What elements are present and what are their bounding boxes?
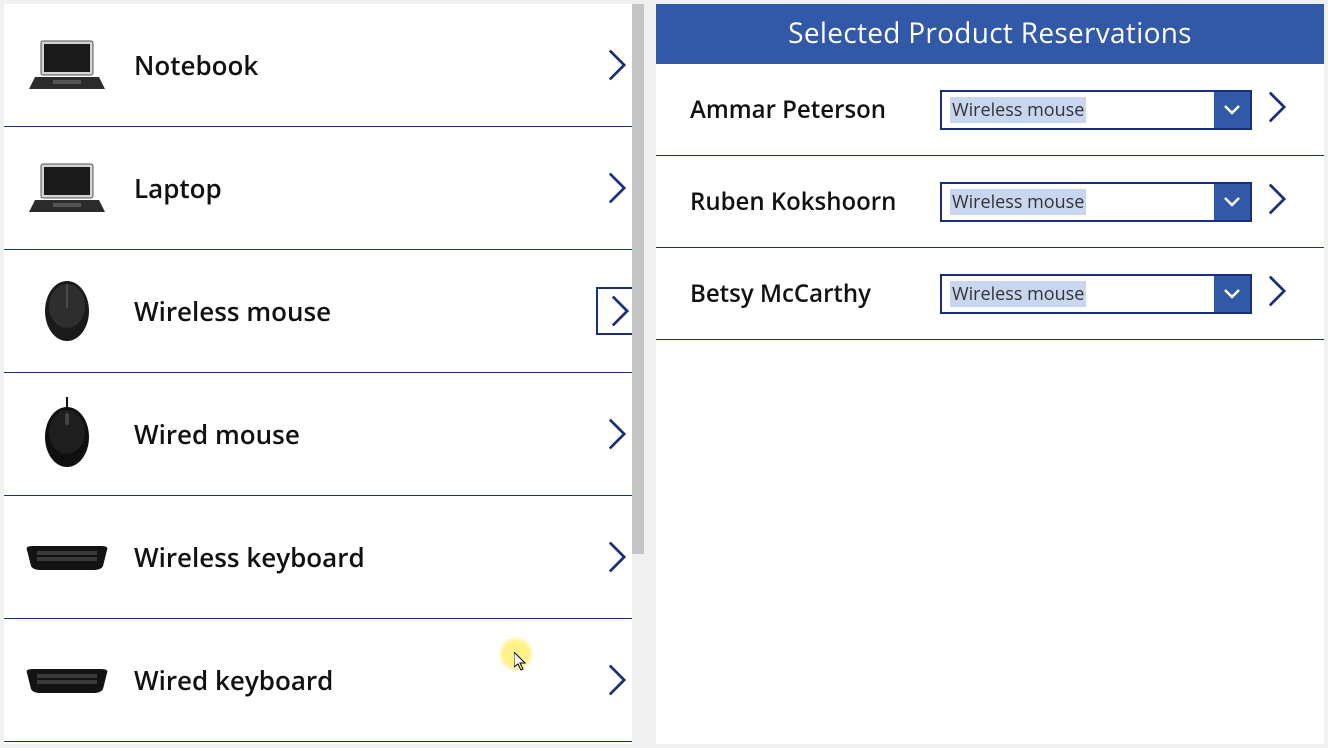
chevron-right-icon[interactable] [606,170,628,206]
chevron-right-icon[interactable] [606,416,628,452]
reservations-panel: Selected Product Reservations Ammar Pete… [656,4,1324,744]
mouse-wired-icon [22,399,112,469]
product-label: Wireless keyboard [134,539,606,575]
reservation-row: Betsy McCarthyWireless mouse [656,248,1324,340]
chevron-right-icon[interactable] [1266,89,1288,130]
laptop-open-icon [22,30,112,100]
product-dropdown[interactable]: Wireless mouse [940,274,1252,314]
product-row[interactable]: Wired mouse [4,373,644,496]
keyboard-icon [22,522,112,592]
chevron-right-icon[interactable] [1266,181,1288,222]
product-label: Wireless mouse [134,293,596,329]
chevron-down-icon[interactable] [1214,184,1250,220]
reservation-row: Ammar PetersonWireless mouse [656,64,1324,156]
dropdown-value: Wireless mouse [942,276,1214,312]
chevron-right-icon[interactable] [606,539,628,575]
product-label: Wired mouse [134,416,606,452]
mouse-wireless-icon [22,276,112,346]
scrollbar-thumb[interactable] [632,4,644,554]
dropdown-value: Wireless mouse [942,92,1214,128]
product-dropdown[interactable]: Wireless mouse [940,90,1252,130]
product-list-panel: Notebook Laptop Wireless mouse Wired mou… [4,4,644,744]
reservation-name: Betsy McCarthy [690,277,940,310]
keyboard-icon [22,645,112,715]
product-row[interactable]: Wired keyboard [4,619,644,742]
product-row[interactable]: Wireless mouse [4,250,644,373]
laptop-open-icon [22,153,112,223]
product-label: Notebook [134,47,606,83]
chevron-right-icon[interactable] [606,662,628,698]
dropdown-value: Wireless mouse [942,184,1214,220]
chevron-right-icon[interactable] [1266,273,1288,314]
product-row[interactable]: Wireless keyboard [4,496,644,619]
product-label: Laptop [134,170,606,206]
chevron-down-icon[interactable] [1214,92,1250,128]
reservation-name: Ammar Peterson [690,93,940,126]
reservation-row: Ruben KokshoornWireless mouse [656,156,1324,248]
scrollbar-track[interactable] [632,4,644,744]
product-row[interactable]: Notebook [4,4,644,127]
reservation-name: Ruben Kokshoorn [690,185,940,218]
reservations-header: Selected Product Reservations [656,4,1324,64]
product-dropdown[interactable]: Wireless mouse [940,182,1252,222]
chevron-right-icon[interactable] [606,47,628,83]
chevron-down-icon[interactable] [1214,276,1250,312]
product-row[interactable]: Laptop [4,127,644,250]
product-label: Wired keyboard [134,662,606,698]
